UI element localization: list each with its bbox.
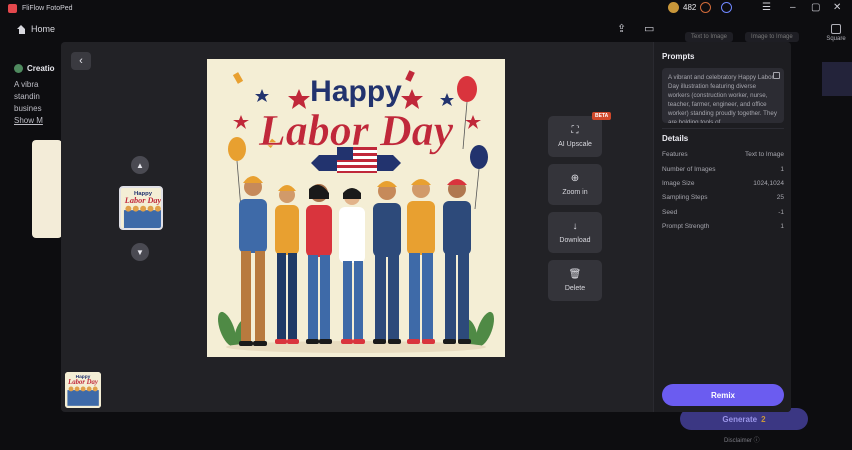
generate-label: Generate [722,414,758,424]
coin-icon [668,2,679,13]
detail-row: Prompt Strength 1 [662,223,784,230]
square-label: Square [826,36,846,42]
menu-icon[interactable]: ☰ [762,2,771,13]
thumbnail-image: Happy Labor Day [121,188,162,228]
generated-image[interactable]: Happy Labor Day [207,59,505,357]
detail-row: Number of Images 1 [662,166,784,173]
detail-label: Sampling Steps [662,194,708,201]
account-icon[interactable] [721,2,733,13]
previous-image-button[interactable]: ▲ [131,156,149,174]
detail-value: -1 [778,209,784,216]
add-credits-icon[interactable] [700,2,712,13]
home-icon [17,24,26,34]
svg-text:Labor Day: Labor Day [67,379,99,386]
history-thumbnail[interactable]: Happy Labor Day [65,372,101,408]
zoom-in-label: Zoom in [562,188,588,196]
ai-upscale-label: AI Upscale [558,140,592,148]
zoom-in-icon: ⊕ [570,172,580,184]
next-image-button[interactable]: ▼ [131,243,149,261]
disclaimer-label: Disclaimer [724,438,753,444]
prompt-text-box[interactable]: A vibrant and celebratory Happy Labor Da… [662,68,784,123]
detail-row: Image Size 1024,1024 [662,180,784,187]
remix-button[interactable]: Remix [662,384,784,406]
detail-value: 1024,1024 [753,180,784,187]
creation-desc-line: standin [14,92,40,101]
app-title: FliFlow FotoPed [22,4,73,12]
detail-row: Features Text to Image [662,151,784,158]
creation-card: Creatio A vibra standin busines Show M [14,64,64,127]
detail-label: Image Size [662,180,695,187]
divider [662,128,784,129]
disclaimer-link[interactable]: Disclaimer ⓘ [724,435,760,444]
minimize-icon[interactable]: – [790,2,796,13]
creation-icon [14,64,23,73]
beta-badge: BETA [592,112,612,120]
back-button[interactable]: ‹ [71,52,91,70]
creation-desc-line: busines [14,104,42,113]
credits-count: 482 [683,3,697,12]
close-icon[interactable]: ✕ [833,2,841,13]
download-button[interactable]: ↓ Download [548,212,602,253]
ai-upscale-button[interactable]: ⛶ AI Upscale BETA [548,112,612,157]
zoom-in-button[interactable]: ⊕ Zoom in [548,164,602,205]
download-icon: ↓ [572,220,578,232]
trash-icon: 🗑 [568,268,582,280]
art-title-happy: Happy [310,75,402,108]
mode-tabs: Text to Image Image to Image [685,32,799,42]
detail-value: Text to Image [744,151,784,158]
copy-icon[interactable] [773,72,780,79]
chevron-left-icon: ‹ [79,55,83,67]
detail-label: Number of Images [662,166,716,173]
app-logo-icon [8,3,17,13]
creation-desc-line: A vibra [14,80,39,89]
home-button[interactable]: Home [17,24,55,34]
image-preview-modal: ‹ ▲ Happy Labor Day ▼ Happy Labor Day Ha… [61,42,791,412]
detail-value: 1 [780,223,784,230]
chevron-down-icon: ▼ [136,247,144,257]
creation-title: Creatio [27,64,55,73]
preview-area: ‹ ▲ Happy Labor Day ▼ Happy Labor Day Ha… [61,42,653,412]
detail-label: Seed [662,209,678,216]
creation-thumbnail[interactable] [32,140,62,238]
detail-row: Sampling Steps 25 [662,194,784,201]
credits-area: 482 [668,2,733,13]
labor-day-illustration: Happy Labor Day [207,59,505,357]
prompt-text: A vibrant and celebratory Happy Labor Da… [668,74,777,123]
delete-label: Delete [564,284,586,292]
chevron-up-icon: ▲ [136,160,144,170]
svg-text:Labor Day: Labor Day [124,196,162,205]
svg-text:Happy: Happy [76,374,91,380]
detail-label: Features [662,151,688,158]
maximize-icon[interactable]: ▢ [811,2,820,13]
square-icon [831,24,841,34]
details-heading: Details [662,134,689,143]
detail-row: Seed -1 [662,209,784,216]
delete-button[interactable]: 🗑 Delete [548,260,602,301]
info-panel: Prompts A vibrant and celebratory Happy … [653,42,791,412]
share-icon[interactable]: ⇪ [617,22,626,35]
tab-image-to-image[interactable]: Image to Image [745,32,799,42]
detail-label: Prompt Strength [662,223,710,230]
trash-icon[interactable]: ▭ [644,22,654,35]
tab-text-to-image[interactable]: Text to Image [685,32,734,42]
sidebar-item-active[interactable] [822,62,852,96]
detail-value: 25 [776,194,784,201]
prompts-heading: Prompts [662,52,695,61]
show-more-link[interactable]: Show M [14,115,64,127]
square-button[interactable]: Square [822,24,850,42]
generate-cost: 2 [761,414,766,424]
history-thumbnail-image: Happy Labor Day [65,372,101,408]
upscale-icon: ⛶ [571,124,579,136]
download-label: Download [559,236,591,244]
detail-value: 1 [780,166,784,173]
thumbnail-selected[interactable]: Happy Labor Day [119,186,163,230]
home-label: Home [31,24,56,34]
